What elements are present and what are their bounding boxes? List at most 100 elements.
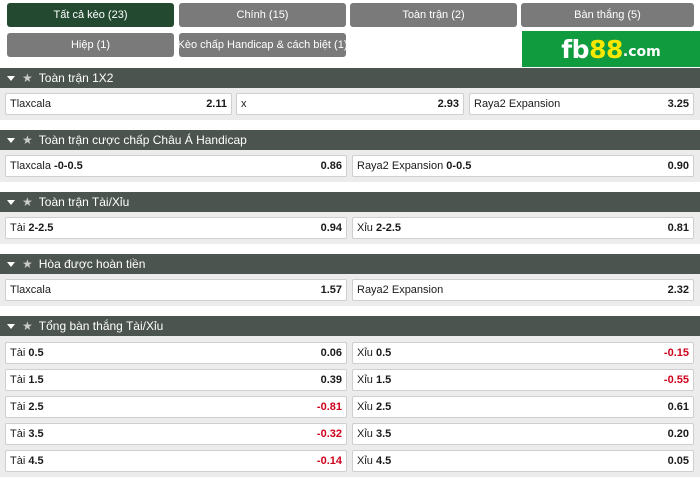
section-header-over-under[interactable]: ★ Toàn trận Tài/Xỉu	[0, 192, 700, 212]
collapse-caret-icon[interactable]	[7, 261, 15, 267]
odd-value: 0.86	[320, 160, 342, 172]
odd-cell-away[interactable]: Raya2 Expansion 3.25	[469, 93, 694, 115]
outcome-label: Xỉu 2-2.5	[357, 222, 402, 234]
star-icon[interactable]: ★	[22, 319, 33, 333]
outcome-label: Xỉu 4.5	[357, 455, 392, 467]
outcome-label: Tlaxcala	[10, 284, 51, 296]
odd-value: 0.90	[667, 160, 689, 172]
collapse-caret-icon[interactable]	[7, 199, 15, 205]
odd-cell-over-row[interactable]: Tài 0.5 0.06	[5, 342, 347, 364]
star-icon[interactable]: ★	[22, 195, 33, 209]
odd-cell-under-row[interactable]: Xỉu 1.5 -0.55	[352, 369, 694, 391]
tab-goals[interactable]: Bàn thắng (5)	[521, 3, 694, 27]
odd-value: 3.25	[667, 98, 689, 110]
odd-value: 2.11	[206, 98, 227, 110]
total-line: 2-2.5	[28, 222, 54, 234]
logo-text-88: 88	[589, 34, 623, 64]
odd-value: 0.81	[667, 222, 689, 234]
total-line: 4.5	[375, 455, 392, 467]
section-header-draw-no-bet[interactable]: ★ Hòa được hoàn tiền	[0, 254, 700, 274]
odd-cell-over-row[interactable]: Tài 3.5 -0.32	[5, 423, 347, 445]
total-line: 1.5	[28, 374, 44, 386]
star-icon[interactable]: ★	[22, 133, 33, 147]
total-line: 2.5	[28, 401, 44, 413]
total-line: 3.5	[375, 428, 392, 440]
outcome-label: Tài 4.5	[10, 455, 44, 467]
tab-handicap-margin[interactable]: Kèo chấp Handicap & cách biệt (1)	[178, 33, 348, 57]
outcome-label: Tài 0.5	[10, 347, 44, 359]
outcome-label: Xỉu 1.5	[357, 374, 392, 386]
tab-full-match[interactable]: Toàn trận (2)	[350, 3, 517, 27]
handicap-line: 0-0.5	[446, 160, 472, 172]
odd-value: 2.93	[437, 98, 459, 110]
section-title: Toàn trận 1X2	[38, 71, 114, 85]
collapse-caret-icon[interactable]	[7, 323, 15, 329]
star-icon[interactable]: ★	[22, 71, 33, 85]
odd-cell-under-row[interactable]: Xỉu 2.5 0.61	[352, 396, 694, 418]
odd-cell-over-row[interactable]: Tài 4.5 -0.14	[5, 450, 347, 472]
section-body-draw-no-bet: Tlaxcala 1.57 Raya2 Expansion 2.32	[0, 274, 700, 306]
outcome-label: Xỉu 0.5	[357, 347, 392, 359]
section-header-asian-handicap[interactable]: ★ Toàn trận cược chấp Châu Á Handicap	[0, 130, 700, 150]
section-header-1x2[interactable]: ★ Toàn trận 1X2	[0, 68, 700, 88]
total-line: 4.5	[28, 455, 44, 467]
section-title: Toàn trận cược chấp Châu Á Handicap	[38, 133, 247, 147]
total-line: 2-2.5	[375, 222, 402, 234]
total-line: 1.5	[375, 374, 392, 386]
outcome-label: Raya2 Expansion 0-0.5	[357, 160, 472, 172]
outcome-label: Tlaxcala	[10, 98, 51, 110]
tab-main[interactable]: Chính (15)	[179, 3, 346, 27]
odd-value: 0.94	[320, 222, 342, 234]
total-line: 3.5	[28, 428, 44, 440]
outcome-label: x	[241, 98, 247, 110]
odd-cell-away-handicap[interactable]: Raya2 Expansion 0-0.5 0.90	[352, 155, 694, 177]
section-body-total-goals: Tài 0.5 0.06 Xỉu 0.5 -0.15 Tài 1.5 0.39 …	[0, 336, 700, 477]
section-title: Tổng bàn thắng Tài/Xỉu	[38, 319, 164, 333]
section-body-1x2: Tlaxcala 2.11 x 2.93 Raya2 Expansion 3.2…	[0, 88, 700, 120]
section-body-over-under: Tài 2-2.5 0.94 Xỉu 2-2.5 0.81	[0, 212, 700, 244]
tab-all-markets[interactable]: Tất cả kèo (23)	[7, 3, 174, 27]
outcome-label: Tài 3.5	[10, 428, 44, 440]
logo-text-domain: .com	[622, 44, 661, 60]
odd-value: 0.61	[667, 401, 689, 413]
odd-cell-home[interactable]: Tlaxcala 2.11	[5, 93, 232, 115]
outcome-label: Tlaxcala -0-0.5	[10, 160, 83, 172]
odd-value: 0.05	[667, 455, 689, 467]
star-icon[interactable]: ★	[22, 257, 33, 271]
odd-cell-over[interactable]: Tài 2-2.5 0.94	[5, 217, 347, 239]
outcome-label: Xỉu 2.5	[357, 401, 392, 413]
section-body-asian-handicap: Tlaxcala -0-0.5 0.86 Raya2 Expansion 0-0…	[0, 150, 700, 182]
odd-value: 0.06	[320, 347, 342, 359]
odd-cell-under-row[interactable]: Xỉu 3.5 0.20	[352, 423, 694, 445]
odd-cell-home-dnb[interactable]: Tlaxcala 1.57	[5, 279, 347, 301]
odd-cell-under-row[interactable]: Xỉu 0.5 -0.15	[352, 342, 694, 364]
odd-value-negative: -0.32	[316, 428, 342, 440]
handicap-line: -0-0.5	[54, 160, 83, 172]
outcome-label: Xỉu 3.5	[357, 428, 392, 440]
collapse-caret-icon[interactable]	[7, 75, 15, 81]
outcome-label: Raya2 Expansion	[474, 98, 561, 110]
odd-cell-home-handicap[interactable]: Tlaxcala -0-0.5 0.86	[5, 155, 347, 177]
total-line: 0.5	[28, 347, 44, 359]
tab-half[interactable]: Hiệp (1)	[7, 33, 174, 57]
odd-value-negative: -0.81	[316, 401, 342, 413]
odd-cell-under-row[interactable]: Xỉu 4.5 0.05	[352, 450, 694, 472]
odd-value: 1.57	[320, 284, 342, 296]
outcome-label: Tài 2-2.5	[10, 222, 54, 234]
outcome-label: Tài 1.5	[10, 374, 44, 386]
odd-value: 0.39	[320, 374, 342, 386]
section-title: Toàn trận Tài/Xỉu	[38, 195, 130, 209]
odd-value: 0.20	[667, 428, 689, 440]
section-header-total-goals[interactable]: ★ Tổng bàn thắng Tài/Xỉu	[0, 316, 700, 336]
odd-cell-draw[interactable]: x 2.93	[236, 93, 464, 115]
odd-cell-away-dnb[interactable]: Raya2 Expansion 2.32	[352, 279, 694, 301]
fb88-logo: fb 88 .com	[522, 31, 700, 67]
odd-value-negative: -0.55	[663, 374, 689, 386]
odd-cell-over-row[interactable]: Tài 2.5 -0.81	[5, 396, 347, 418]
odd-value: 2.32	[667, 284, 689, 296]
odd-cell-over-row[interactable]: Tài 1.5 0.39	[5, 369, 347, 391]
logo-text-fb: fb	[561, 34, 590, 64]
collapse-caret-icon[interactable]	[7, 137, 15, 143]
total-line: 2.5	[375, 401, 392, 413]
odd-cell-under[interactable]: Xỉu 2-2.5 0.81	[352, 217, 694, 239]
